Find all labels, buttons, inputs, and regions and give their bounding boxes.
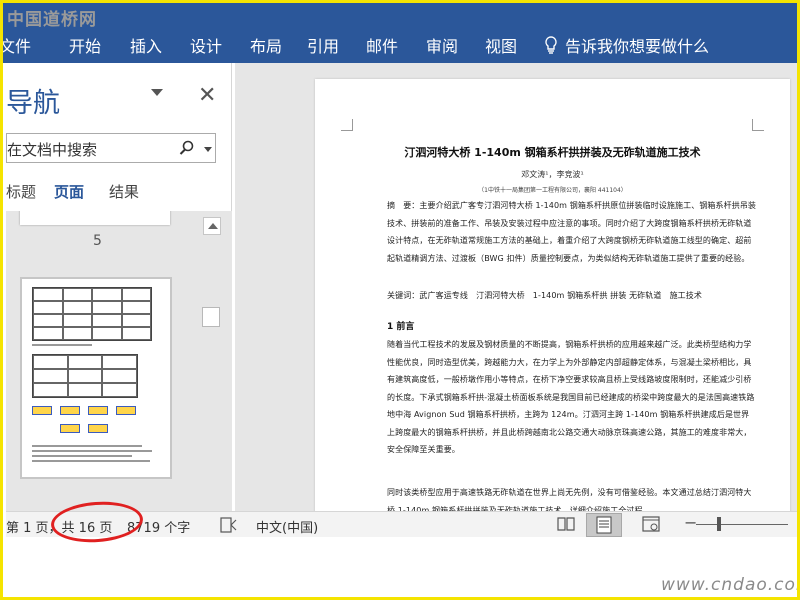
tab-pages[interactable]: 页面 xyxy=(54,181,84,202)
table-preview xyxy=(32,287,152,341)
tab-layout[interactable]: 布局 xyxy=(250,33,282,57)
proofing-icon[interactable] xyxy=(220,517,238,533)
tab-view[interactable]: 视图 xyxy=(485,33,517,57)
watermark-url: www.cndao.com xyxy=(661,575,800,595)
search-icon[interactable] xyxy=(179,140,195,156)
page-thumbnail[interactable] xyxy=(20,211,170,225)
watermark-logo: 中国道桥网 xyxy=(7,10,97,30)
language-status[interactable]: 中文(中国) xyxy=(256,517,318,536)
tell-me-label: 告诉我你想要做什么 xyxy=(565,37,710,56)
word-window: 文件 开始 插入 设计 布局 引用 邮件 审阅 视图 告诉我你想要做什么 中国道… xyxy=(0,0,800,600)
page-number-label: 5 xyxy=(93,233,102,249)
keywords-paragraph: 关键词：武广客运专线 汀泗河特大桥 1-140m 钢箱系杆拱 拼装 无砟轨道 施… xyxy=(387,291,702,300)
margin-mark xyxy=(341,119,353,131)
tab-home[interactable]: 开始 xyxy=(69,33,101,57)
section-heading: 1 前言 xyxy=(387,322,415,332)
ribbon: 文件 开始 插入 设计 布局 引用 邮件 审阅 视图 告诉我你想要做什么 xyxy=(3,3,797,63)
print-layout-button[interactable] xyxy=(586,513,622,537)
chevron-down-icon[interactable] xyxy=(204,147,212,152)
tab-file[interactable]: 文件 xyxy=(3,33,31,57)
body-paragraph: 同时该类桥型应用于高速铁路无砟轨道在世界上尚无先例，没有可借鉴经验。本文通过总结… xyxy=(387,488,752,511)
tab-references[interactable]: 引用 xyxy=(307,33,339,57)
zoom-slider[interactable] xyxy=(696,524,788,525)
tab-insert[interactable]: 插入 xyxy=(130,33,162,57)
abstract-paragraph: 摘 要：主要介绍武广客专汀泗河特大桥 1-140m 钢箱系杆拱原位拼装临时设施施… xyxy=(387,201,757,263)
tab-design[interactable]: 设计 xyxy=(190,33,222,57)
tab-review[interactable]: 审阅 xyxy=(426,33,458,57)
lightbulb-icon xyxy=(545,36,557,54)
document-area[interactable]: 汀泗河特大桥 1-140m 钢箱系杆拱拼装及无砟轨道施工技术 邓文涛¹，李竞波¹… xyxy=(235,63,797,511)
print-layout-icon xyxy=(596,516,612,534)
page-thumbnail[interactable] xyxy=(20,277,172,479)
tab-results[interactable]: 结果 xyxy=(109,181,139,202)
search-placeholder: 在文档中搜索 xyxy=(7,141,98,159)
tell-me-box[interactable]: 告诉我你想要做什么 xyxy=(543,33,709,57)
zoom-out-button[interactable]: − xyxy=(684,513,697,532)
scrollbar-thumb[interactable] xyxy=(202,307,220,327)
document-affiliation: （1中铁十一局集团第一工程有限公司，襄阳 441104） xyxy=(478,187,627,194)
zoom-slider-thumb[interactable] xyxy=(717,517,721,531)
document-page[interactable]: 汀泗河特大桥 1-140m 钢箱系杆拱拼装及无砟轨道施工技术 邓文涛¹，李竞波¹… xyxy=(315,79,790,511)
chevron-down-icon[interactable] xyxy=(151,89,163,96)
tab-headings[interactable]: 标题 xyxy=(6,181,36,202)
read-mode-icon[interactable] xyxy=(557,516,575,532)
flowchart-preview xyxy=(32,402,160,442)
tab-mailings[interactable]: 邮件 xyxy=(366,33,398,57)
document-title: 汀泗河特大桥 1-140m 钢箱系杆拱拼装及无砟轨道施工技术 xyxy=(404,146,701,159)
nav-pane-title: 导航 xyxy=(6,88,60,119)
table-preview xyxy=(32,354,138,398)
margin-mark xyxy=(752,119,764,131)
scroll-up-button[interactable] xyxy=(203,217,221,235)
navigation-pane: 导航 ✕ 在文档中搜索 标题 页面 结果 5 xyxy=(6,63,232,511)
body-paragraph: 随着当代工程技术的发展及钢材质量的不断提高，钢箱系杆拱桥的应用越来越广泛。此类桥… xyxy=(387,340,755,454)
page-thumbnails: 5 xyxy=(6,211,232,511)
web-layout-icon[interactable] xyxy=(642,516,660,532)
document-authors: 邓文涛¹，李竞波¹ xyxy=(521,170,584,179)
close-icon[interactable]: ✕ xyxy=(198,83,216,108)
search-input[interactable]: 在文档中搜索 xyxy=(6,133,216,163)
